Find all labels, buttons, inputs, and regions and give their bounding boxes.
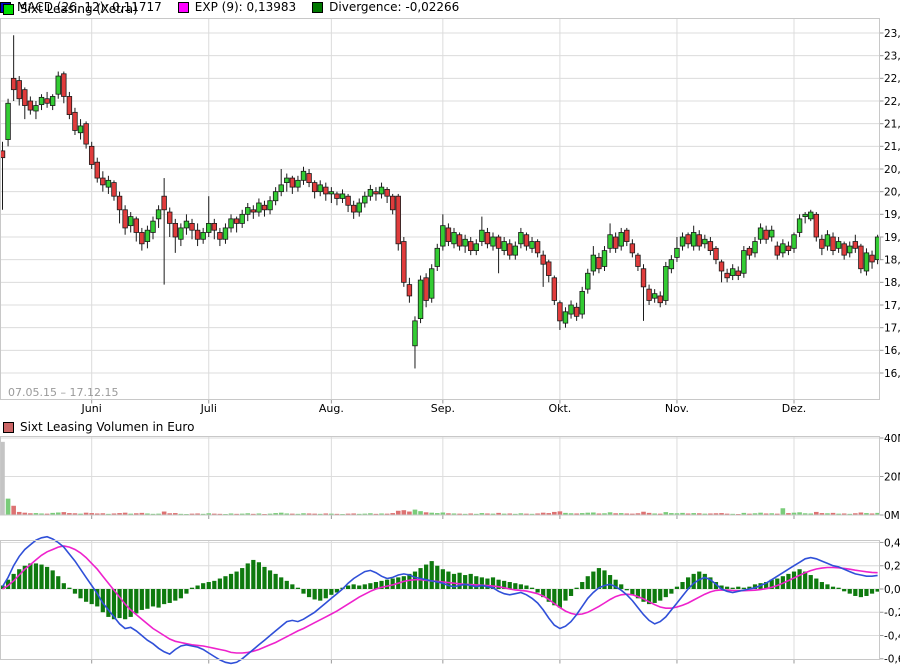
svg-text:21,0: 21,0 xyxy=(884,141,900,153)
chart-canvas[interactable]: Juni Juli Aug. Sep. Okt. Nov. Dez. 23,5 23,0 22,5… xyxy=(0,0,900,670)
svg-text:0,2: 0,2 xyxy=(884,561,900,573)
volume-panel xyxy=(0,436,880,519)
svg-text:23,5: 23,5 xyxy=(884,28,900,40)
svg-text:21,5: 21,5 xyxy=(884,118,900,130)
svg-text:40M: 40M xyxy=(884,433,900,445)
date-range-label: 07.05.15 – 17.12.15 xyxy=(8,386,118,399)
svg-text:22,5: 22,5 xyxy=(884,73,900,85)
svg-text:0,4: 0,4 xyxy=(884,537,900,549)
series-swatch-icon xyxy=(3,4,14,15)
chart-window: Juni Juli Aug. Sep. Okt. Nov. Dez. 23,5 23,0 22,5… xyxy=(0,0,900,670)
svg-text:17,5: 17,5 xyxy=(884,300,900,312)
svg-text:Juni: Juni xyxy=(81,402,102,415)
svg-text:Okt.: Okt. xyxy=(548,402,571,415)
svg-text:18,5: 18,5 xyxy=(884,254,900,266)
svg-text:Aug.: Aug. xyxy=(319,402,344,415)
chart-title-row: Sixt Leasing (Xetra) xyxy=(3,2,138,16)
svg-text:-0,4: -0,4 xyxy=(884,630,900,642)
svg-text:Nov.: Nov. xyxy=(665,402,689,415)
svg-text:Dez.: Dez. xyxy=(782,402,807,415)
volume-title: Sixt Leasing Volumen in Euro xyxy=(20,420,194,434)
svg-text:23,0: 23,0 xyxy=(884,50,900,62)
svg-text:22,0: 22,0 xyxy=(884,96,900,108)
svg-text:20,0: 20,0 xyxy=(884,186,900,198)
price-panel xyxy=(0,18,880,404)
svg-text:17,0: 17,0 xyxy=(884,322,900,334)
svg-text:19,5: 19,5 xyxy=(884,209,900,221)
macd-panel xyxy=(0,537,880,664)
chart-title: Sixt Leasing (Xetra) xyxy=(20,2,138,16)
svg-text:20M: 20M xyxy=(884,471,900,483)
svg-text:-0,2: -0,2 xyxy=(884,607,900,619)
axis-labels: Juni Juli Aug. Sep. Okt. Nov. Dez. 23,5 23,0 22,5… xyxy=(1,19,900,666)
volume-swatch-icon xyxy=(3,422,14,433)
svg-text:Sep.: Sep. xyxy=(431,402,455,415)
svg-text:19,0: 19,0 xyxy=(884,232,900,244)
volume-bars xyxy=(0,442,880,515)
svg-text:16,5: 16,5 xyxy=(884,345,900,357)
volume-title-row: Sixt Leasing Volumen in Euro xyxy=(3,420,194,434)
svg-text:Juli: Juli xyxy=(200,402,217,415)
candles xyxy=(0,35,880,368)
svg-text:20,5: 20,5 xyxy=(884,164,900,176)
svg-text:-0,6: -0,6 xyxy=(884,654,900,666)
macd-line xyxy=(3,537,878,664)
signal-line xyxy=(3,546,878,653)
svg-text:0M: 0M xyxy=(884,510,900,522)
svg-text:16,0: 16,0 xyxy=(884,368,900,380)
svg-text:18,0: 18,0 xyxy=(884,277,900,289)
svg-text:0,0: 0,0 xyxy=(884,584,900,596)
